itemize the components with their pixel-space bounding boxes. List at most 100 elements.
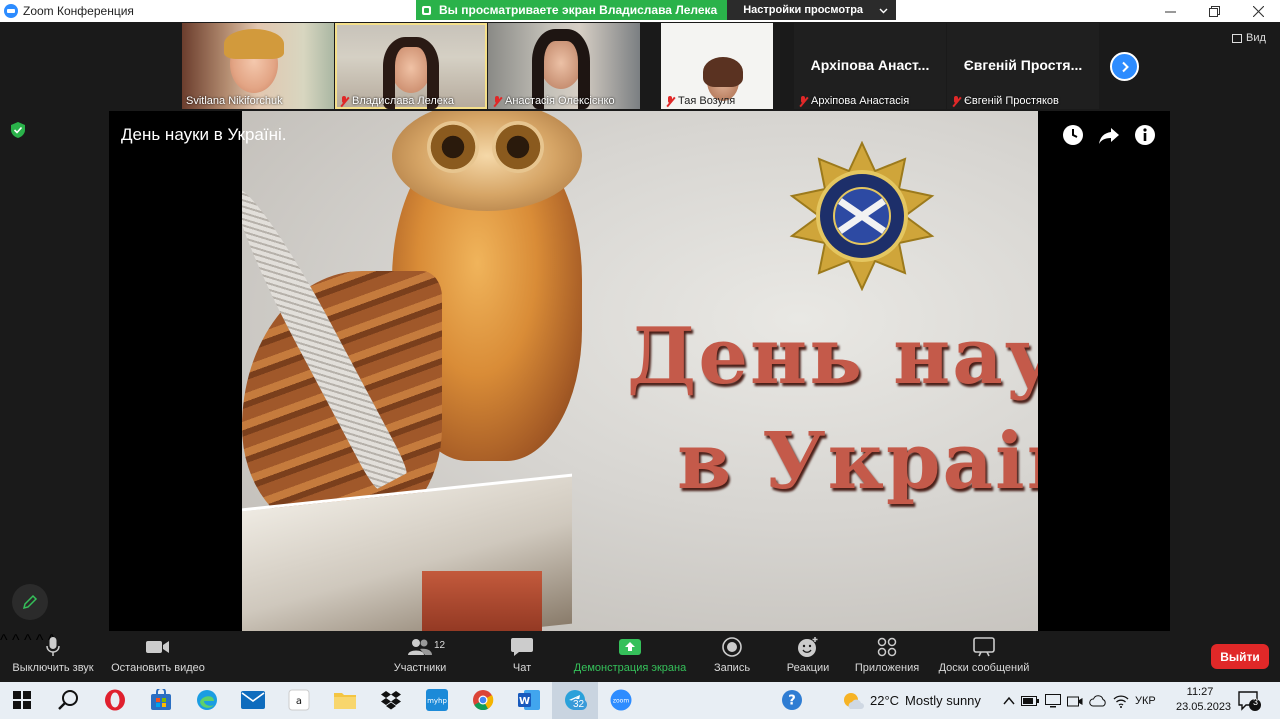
dropbox-app[interactable] <box>379 688 403 712</box>
slide-image: День наук в Украін <box>242 111 1038 631</box>
pencil-icon <box>22 594 38 610</box>
participant-tile[interactable]: Svitlana Nikiforchuk <box>182 23 334 109</box>
minimize-icon <box>1164 11 1176 12</box>
dropbox-icon <box>381 691 401 710</box>
svg-text:zoom: zoom <box>613 698 629 705</box>
participant-display-name: Євгеній Простя... <box>963 57 1083 73</box>
share-screen-button[interactable]: Демонстрация экрана <box>568 632 692 682</box>
participant-name: Svitlana Nikiforchuk <box>186 95 283 107</box>
restore-button[interactable] <box>1192 0 1236 22</box>
file-explorer-app[interactable] <box>333 688 357 712</box>
mybp-app[interactable]: myhp <box>425 688 449 712</box>
record-icon <box>722 637 742 657</box>
annotate-button[interactable] <box>12 584 48 620</box>
share-arrow-icon[interactable] <box>1098 124 1120 146</box>
mute-button[interactable]: Выключить звук <box>8 632 98 682</box>
share-indicator-icon <box>422 5 431 15</box>
view-settings-button[interactable]: Настройки просмотра <box>727 0 897 20</box>
taskbar-clock[interactable]: 11:27 23.05.2023 <box>1176 685 1231 715</box>
reactions-label: Реакции <box>786 662 830 674</box>
audio-options-caret[interactable]: ^ <box>0 632 8 649</box>
minimize-button[interactable] <box>1148 0 1192 22</box>
owl-eye <box>427 121 479 173</box>
start-button[interactable] <box>10 688 34 712</box>
chat-button[interactable]: Чат <box>500 632 544 682</box>
participant-name: Євгеній Простяков <box>951 95 1059 107</box>
meeting-toolbar: Выключить звук ^ Остановить видео ^ Учас… <box>0 632 1280 682</box>
weather-widget[interactable]: 22°C Mostly sunny <box>842 682 981 719</box>
word-icon: W <box>518 690 540 710</box>
view-settings-label: Настройки просмотра <box>743 4 864 16</box>
battery-icon[interactable] <box>1021 695 1039 707</box>
participants-count: 12 <box>434 640 446 651</box>
chevron-up-icon[interactable] <box>1003 696 1015 706</box>
stop-video-button[interactable]: Остановить видео <box>108 632 208 682</box>
view-button[interactable]: Вид <box>1232 32 1266 44</box>
participant-tile[interactable]: Архіпова Анаст... Архіпова Анастасія <box>794 23 946 109</box>
apps-button[interactable]: Приложения <box>850 632 924 682</box>
share-screen-label: Демонстрация экрана <box>573 662 687 674</box>
whiteboards-button[interactable]: Доски сообщений <box>934 632 1034 682</box>
mail-icon <box>241 691 265 709</box>
record-button[interactable]: Запись <box>707 632 757 682</box>
amazon-app[interactable]: a <box>287 688 311 712</box>
share-status: Вы просматриваете экран Владислава Лелек… <box>416 0 728 20</box>
info-icon[interactable] <box>1134 124 1156 146</box>
video-caption: День науки в Україні. <box>121 125 287 144</box>
chrome-app[interactable] <box>471 688 495 712</box>
leave-button[interactable]: Выйти <box>1211 644 1269 669</box>
cloud-icon[interactable] <box>1089 694 1107 707</box>
muted-mic-icon <box>665 95 675 107</box>
participant-tile-active[interactable]: Владислава Лелека <box>335 23 487 109</box>
store-app[interactable] <box>149 688 173 712</box>
record-label: Запись <box>713 662 751 674</box>
mute-label: Выключить звук <box>12 662 94 674</box>
monitor-icon[interactable] <box>1045 693 1061 708</box>
search-button[interactable] <box>56 688 80 712</box>
search-icon <box>58 690 78 710</box>
view-label: Вид <box>1246 32 1266 44</box>
emblem-seal <box>789 141 935 291</box>
muted-mic-icon <box>492 95 502 107</box>
edge-icon <box>197 690 217 710</box>
screen-share-banner: Вы просматриваете экран Владислава Лелек… <box>416 0 897 20</box>
security-shield-icon[interactable] <box>11 122 25 138</box>
close-button[interactable] <box>1236 0 1280 22</box>
camera-tray-icon[interactable] <box>1067 694 1083 708</box>
participant-strip: Svitlana Nikiforchuk Владислава Лелека А… <box>182 23 1099 109</box>
zoom-taskbar-app[interactable]: zoom <box>609 688 633 712</box>
muted-mic-icon <box>798 95 808 107</box>
word-app[interactable]: W <box>517 688 541 712</box>
windows-taskbar: a myhp W 32 zoom ? 22°C Mostly sunny УКР… <box>0 682 1280 719</box>
mail-app[interactable] <box>241 688 265 712</box>
grid-view-icon <box>1232 33 1242 43</box>
participant-hair <box>224 29 284 59</box>
slide-title-line-1: День наук <box>627 311 1038 402</box>
participant-name: Тая Возуля <box>665 95 735 107</box>
whiteboards-label: Доски сообщений <box>938 662 1030 674</box>
watch-later-icon[interactable] <box>1062 124 1084 146</box>
next-page-button[interactable] <box>1110 52 1139 81</box>
svg-text:?: ? <box>788 694 796 709</box>
help-app[interactable]: ? <box>780 688 804 712</box>
participant-tile[interactable]: Євгеній Простя... Євгеній Простяков <box>947 23 1099 109</box>
amazon-icon: a <box>288 689 310 711</box>
slide-title-line-2: в Украін <box>677 416 1038 507</box>
participant-hair <box>703 57 743 87</box>
owl-eye <box>492 121 544 173</box>
stop-video-label: Остановить видео <box>111 662 205 674</box>
keyboard-language[interactable]: УКР <box>1135 695 1156 707</box>
opera-app[interactable] <box>103 688 127 712</box>
participant-tile[interactable]: Тая Возуля <box>661 23 773 109</box>
notification-center-icon <box>1238 690 1261 711</box>
notifications-button[interactable]: 3 <box>1238 682 1262 719</box>
reactions-button[interactable]: Реакции <box>780 632 836 682</box>
participant-tile[interactable]: Анастасія Олексієнко <box>488 23 640 109</box>
chat-bubble-icon <box>511 638 533 656</box>
muted-mic-icon <box>951 95 961 107</box>
participants-icon <box>408 639 432 655</box>
window-title: Zoom Конференция <box>23 4 134 18</box>
opera-icon <box>105 689 125 711</box>
wifi-icon[interactable] <box>1113 694 1129 708</box>
edge-app[interactable] <box>195 688 219 712</box>
